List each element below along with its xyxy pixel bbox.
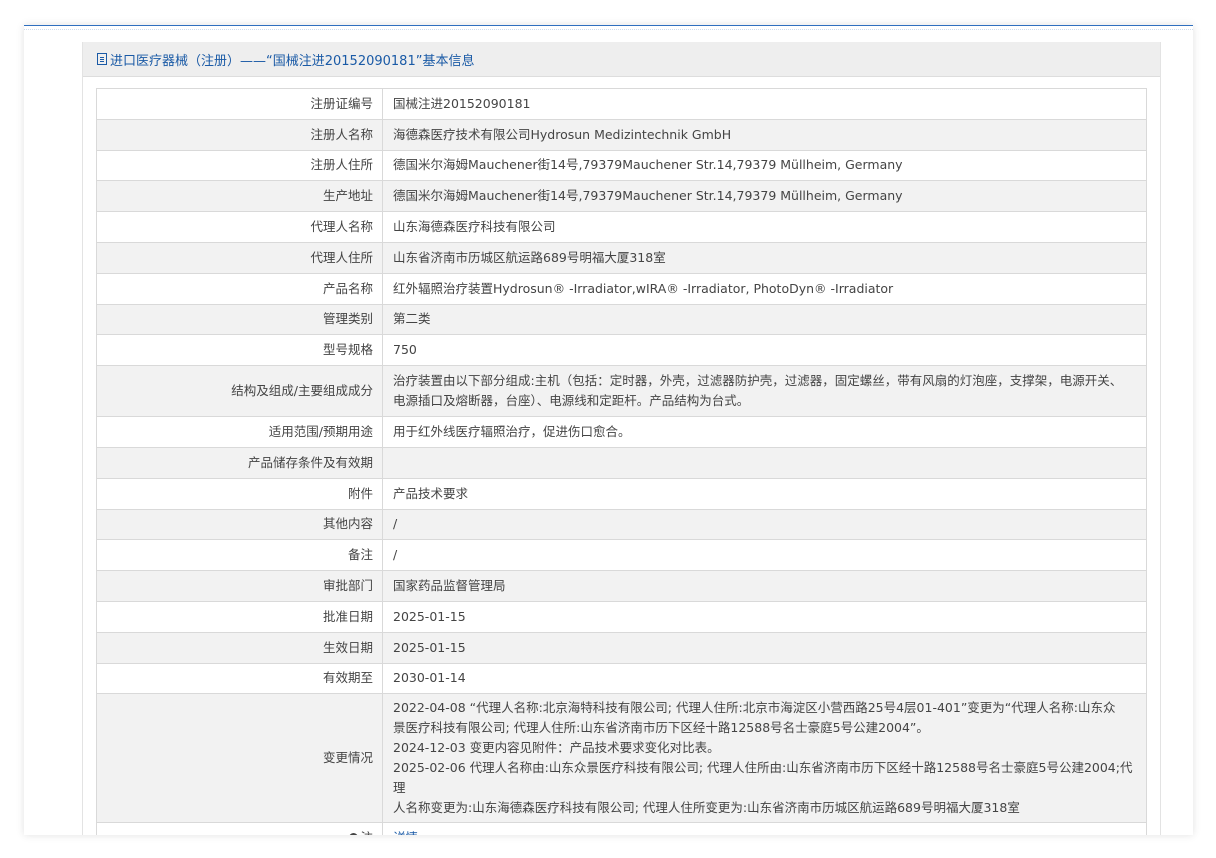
table-row: 管理类别 第二类 (96, 303, 1147, 336)
row-label: 型号规格 (96, 334, 383, 367)
value-line: 2022-04-08 “代理人名称:北京海特科技有限公司; 代理人住所:北京市海… (393, 700, 1116, 716)
table-row: 适用范围/预期用途 用于红外线医疗辐照治疗，促进伤口愈合。 (96, 416, 1147, 448)
table-row: 注册证编号 国械注进20152090181 (96, 88, 1147, 120)
table-row: 结构及组成/主要组成成分 治疗装置由以下部分组成:主机（包括：定时器，外壳，过滤… (96, 365, 1147, 418)
table-row: 注册人住所 德国米尔海姆Mauchener街14号,79379Mauchener… (96, 149, 1147, 182)
details-link[interactable]: 详情 (393, 830, 418, 835)
row-label: 结构及组成/主要组成成分 (96, 365, 383, 418)
row-value: 德国米尔海姆Mauchener街14号,79379Mauchener Str.1… (382, 149, 1147, 182)
table-row: 批准日期 2025-01-15 (96, 600, 1147, 633)
document-icon (97, 53, 107, 65)
row-label: 批准日期 (96, 600, 383, 633)
panel-header: 进口医疗器械（注册）——“国械注进20152090181”基本信息 (83, 42, 1160, 77)
value-line: 电源插口及熔断器，台座）、电源线和定距杆。产品结构为台式。 (393, 393, 750, 409)
divider (24, 29, 1193, 30)
row-value: 山东海德森医疗科技有限公司 (382, 211, 1147, 243)
table-row: 其他内容 / (96, 508, 1147, 541)
value-line: 2025-02-06 代理人名称由:山东众景医疗科技有限公司; 代理人住所由:山… (393, 760, 1133, 796)
value-line: 人名称变更为:山东海德森医疗科技有限公司; 代理人住所变更为:山东省济南市历城区… (393, 800, 1020, 816)
row-label: 产品储存条件及有效期 (96, 446, 383, 479)
row-value: 山东省济南市历城区航运路689号明福大厦318室 (382, 241, 1147, 274)
table-row: 代理人住所 山东省济南市历城区航运路689号明福大厦318室 (96, 241, 1147, 274)
row-label: 注册证编号 (96, 88, 383, 120)
row-value: 国家药品监督管理局 (382, 570, 1147, 602)
row-label: 其他内容 (96, 508, 383, 541)
value-line: 治疗装置由以下部分组成:主机（包括：定时器，外壳，过滤器防护壳，过滤器，固定螺丝… (393, 373, 1123, 389)
value-line: 2024-12-03 变更内容见附件：产品技术要求变化对比表。 (393, 740, 720, 756)
row-label: 注册人住所 (96, 149, 383, 182)
panel-title: 进口医疗器械（注册）——“国械注进20152090181”基本信息 (110, 53, 475, 69)
row-value: / (382, 508, 1147, 541)
row-label: 审批部门 (96, 570, 383, 602)
table-row: 生效日期 2025-01-15 (96, 631, 1147, 664)
row-value: 国械注进20152090181 (382, 88, 1147, 120)
row-value: 红外辐照治疗装置Hydrosun® -Irradiator,wIRA® -Irr… (382, 272, 1147, 305)
table-row: 有效期至 2030-01-14 (96, 662, 1147, 695)
row-label: 生效日期 (96, 631, 383, 664)
table-row: 备注 / (96, 539, 1147, 572)
row-label: 变更情况 (96, 693, 383, 824)
table-row: 审批部门 国家药品监督管理局 (96, 570, 1147, 602)
table-row: 注 详情 (96, 822, 1147, 835)
row-label: 适用范围/预期用途 (96, 416, 383, 448)
row-label: 产品名称 (96, 272, 383, 305)
row-value: 第二类 (382, 303, 1147, 336)
row-label: 备注 (96, 539, 383, 572)
row-value: 750 (382, 334, 1147, 367)
row-value: 2025-01-15 (382, 600, 1147, 633)
row-label: 注 (96, 822, 383, 835)
row-label: 代理人名称 (96, 211, 383, 243)
row-value: 德国米尔海姆Mauchener街14号,79379Mauchener Str.1… (382, 180, 1147, 213)
value-line: 景医疗科技有限公司; 代理人住所:山东省济南市历下区经十路12588号名士豪庭5… (393, 720, 929, 736)
note-label-text: 注 (360, 828, 373, 835)
row-value: 详情 (382, 822, 1147, 835)
row-label: 附件 (96, 477, 383, 510)
row-value: 2025-01-15 (382, 631, 1147, 664)
table-row: 变更情况 2022-04-08 “代理人名称:北京海特科技有限公司; 代理人住所… (96, 693, 1147, 824)
pin-icon (347, 831, 361, 835)
info-panel: 进口医疗器械（注册）——“国械注进20152090181”基本信息 注册证编号 … (82, 42, 1161, 835)
row-value: / (382, 539, 1147, 572)
table-row: 注册人名称 海德森医疗技术有限公司Hydrosun Medizintechnik… (96, 118, 1147, 151)
table-row: 产品名称 红外辐照治疗装置Hydrosun® -Irradiator,wIRA®… (96, 272, 1147, 305)
row-value: 产品技术要求 (382, 477, 1147, 510)
row-value: 治疗装置由以下部分组成:主机（包括：定时器，外壳，过滤器防护壳，过滤器，固定螺丝… (382, 365, 1147, 418)
row-value: 海德森医疗技术有限公司Hydrosun Medizintechnik GmbH (382, 118, 1147, 151)
row-label: 注册人名称 (96, 118, 383, 151)
row-value (382, 446, 1147, 479)
row-value: 2022-04-08 “代理人名称:北京海特科技有限公司; 代理人住所:北京市海… (382, 693, 1147, 824)
table-row: 生产地址 德国米尔海姆Mauchener街14号,79379Mauchener … (96, 180, 1147, 213)
table-row: 附件 产品技术要求 (96, 477, 1147, 510)
row-label: 管理类别 (96, 303, 383, 336)
row-label: 生产地址 (96, 180, 383, 213)
table-row: 型号规格 750 (96, 334, 1147, 367)
table-row: 产品储存条件及有效期 (96, 446, 1147, 479)
row-value: 用于红外线医疗辐照治疗，促进伤口愈合。 (382, 416, 1147, 448)
table-row: 代理人名称 山东海德森医疗科技有限公司 (96, 211, 1147, 243)
info-table: 注册证编号 国械注进20152090181 注册人名称 海德森医疗技术有限公司H… (96, 88, 1147, 835)
row-label: 代理人住所 (96, 241, 383, 274)
row-label: 有效期至 (96, 662, 383, 695)
row-value: 2030-01-14 (382, 662, 1147, 695)
